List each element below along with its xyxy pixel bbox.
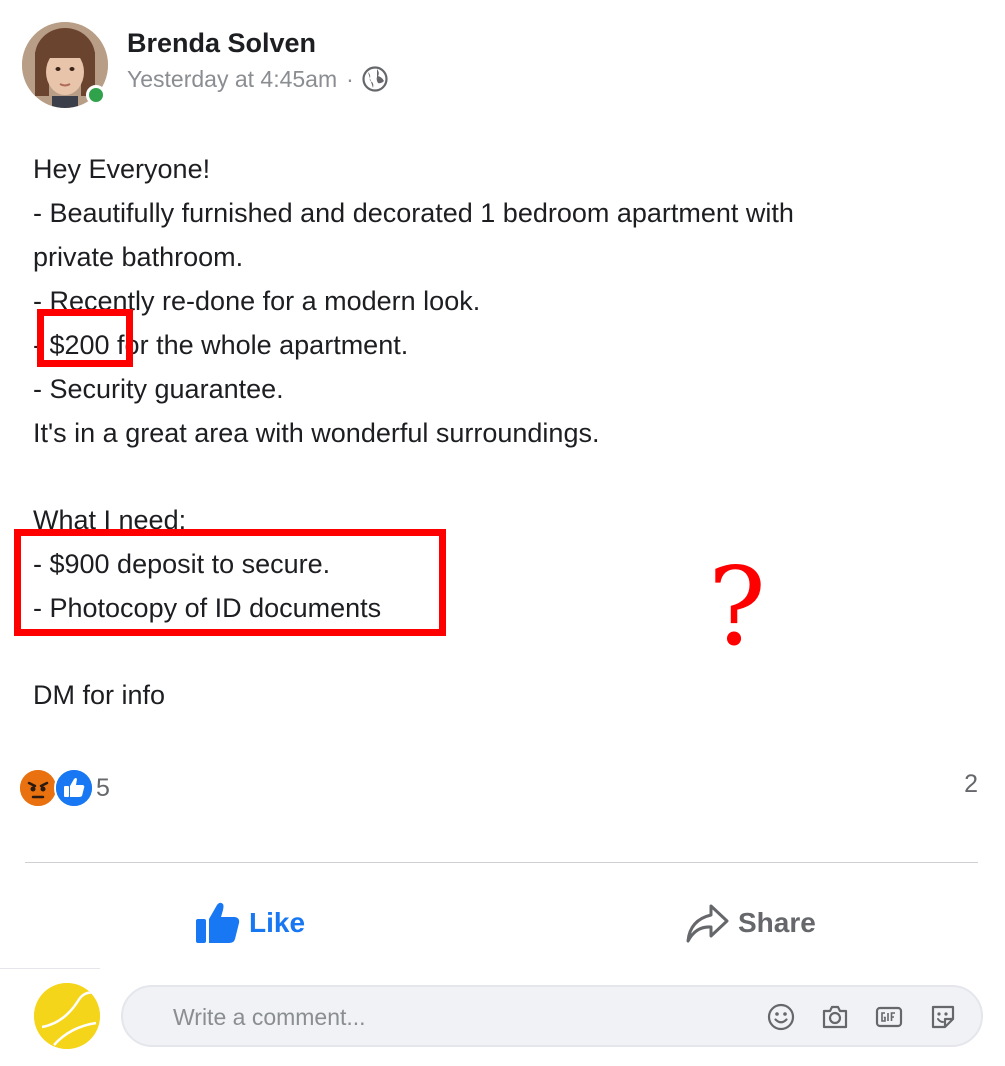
author-name[interactable]: Brenda Solven <box>127 28 316 59</box>
comment-tools <box>743 1000 959 1034</box>
reaction-count[interactable]: 5 <box>96 774 110 803</box>
post-timestamp[interactable]: Yesterday at 4:45am <box>127 66 337 93</box>
divider <box>25 862 978 863</box>
thumbs-up-icon <box>193 901 241 945</box>
post-line: - Recently re-done for a modern look. <box>33 286 481 316</box>
post-line: Hey Everyone! <box>33 154 211 184</box>
like-button[interactable]: Like <box>193 895 305 951</box>
post-line: - Beautifully furnished and decorated 1 … <box>33 198 794 228</box>
comment-count[interactable]: 2 <box>964 770 978 799</box>
globe-icon[interactable] <box>361 65 389 93</box>
camera-icon[interactable] <box>819 1001 851 1033</box>
online-status-indicator <box>86 85 106 105</box>
commenter-avatar[interactable] <box>34 983 100 1049</box>
post-line: - $200 for the whole apartment. <box>33 330 409 360</box>
like-button-label: Like <box>249 907 306 938</box>
comment-box[interactable] <box>121 985 983 1047</box>
question-mark-annotation: ? <box>708 545 766 670</box>
price-highlight-box <box>37 309 133 367</box>
post-meta: Yesterday at 4:45am · <box>127 64 389 94</box>
post-line: DM for info <box>33 680 166 710</box>
like-reaction-icon <box>54 768 94 808</box>
angry-reaction-icon <box>18 768 58 808</box>
requirements-highlight-box <box>14 529 446 636</box>
post-line: - Security guarantee. <box>33 374 284 404</box>
sticker-icon[interactable] <box>927 1001 959 1033</box>
emoji-icon[interactable] <box>765 1001 797 1033</box>
share-button-label: Share <box>738 907 816 938</box>
divider <box>0 968 100 969</box>
reaction-summary[interactable]: 5 <box>18 768 110 808</box>
meta-separator: · <box>346 65 354 92</box>
post-line: private bathroom. <box>33 242 244 272</box>
gif-icon[interactable] <box>873 1001 905 1033</box>
post-line: It's in a great area with wonderful surr… <box>33 418 600 448</box>
comment-input[interactable] <box>173 999 733 1035</box>
share-arrow-icon <box>684 901 730 945</box>
share-button[interactable]: Share <box>684 895 816 951</box>
